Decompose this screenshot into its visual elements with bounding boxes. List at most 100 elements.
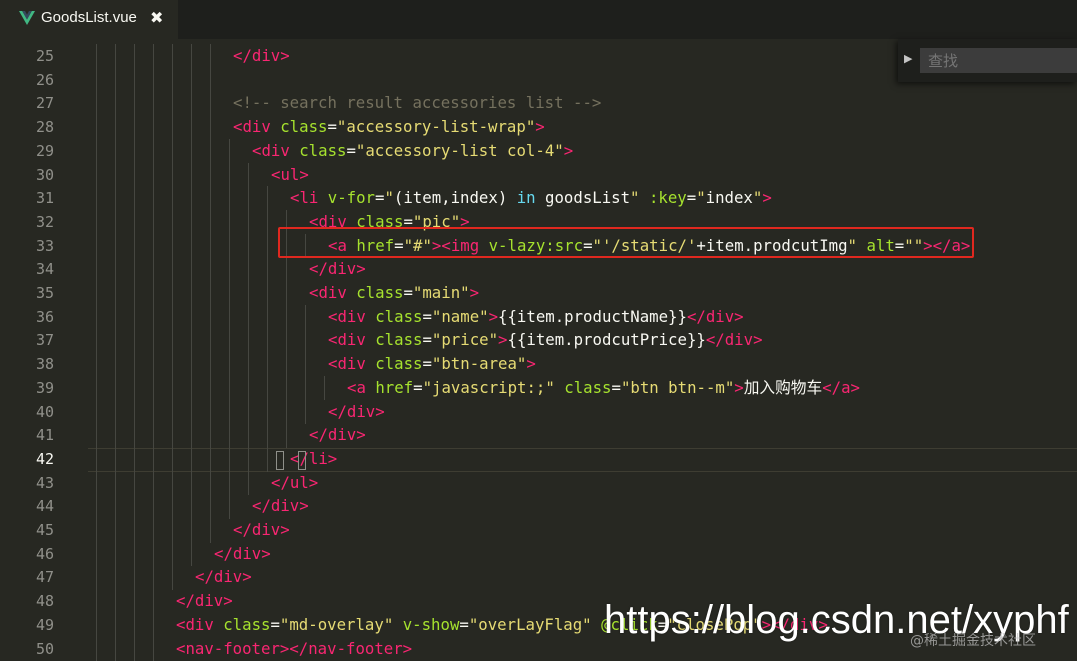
line-number: 36 [0,305,54,329]
indent-guide [115,163,116,188]
indent-guide [229,447,230,472]
indent-guide [248,423,249,448]
indent-guide [191,68,192,93]
code-line[interactable]: </div> [309,257,366,281]
code-line[interactable]: </div> [252,494,309,518]
tab-bar: GoodsList.vue ✖ [0,0,1077,39]
line-number: 33 [0,234,54,258]
indent-guide [115,447,116,472]
code-token: " [753,188,762,207]
indent-guide [210,44,211,69]
code-token: "price" [432,330,498,349]
indent-guide [267,328,268,353]
code-line[interactable]: </div> [176,589,233,613]
indent-guide [305,305,306,330]
line-number: 50 [0,637,54,661]
code-token: " [384,188,393,207]
indent-guide [134,494,135,519]
indent-guide [134,210,135,235]
indent-guide [134,471,135,496]
code-line[interactable]: <div class="price">{{item.prodcutPrice}}… [328,328,763,352]
indent-guide [153,376,154,401]
line-number: 44 [0,494,54,518]
indent-guide [210,400,211,425]
indent-guide [134,186,135,211]
code-line[interactable]: </div> [214,542,271,566]
code-line[interactable]: </div> [328,400,385,424]
indent-guide [115,471,116,496]
indent-guide [96,186,97,211]
indent-guide [96,234,97,259]
code-token: > [489,307,498,326]
code-line[interactable]: <div class="btn-area"> [328,352,536,376]
code-line[interactable]: <div class="main"> [309,281,479,305]
indent-guide [267,257,268,282]
code-line[interactable]: <a href="javascript:;" class="btn btn--m… [347,376,860,400]
indent-guide [134,423,135,448]
indent-guide [96,139,97,164]
code-line[interactable]: </ul> [271,471,318,495]
indent-guide [210,281,211,306]
code-line[interactable]: </div> [233,518,290,542]
indent-guide [210,257,211,282]
code-token: <!-- search result accessories list --> [233,93,601,112]
indent-guide [210,115,211,140]
code-token: </div> [309,425,366,444]
code-token: "name" [432,307,489,326]
indent-guide [153,91,154,116]
code-token: "javascript:;" [423,378,555,397]
code-token: "accessory-list col-4" [356,141,564,160]
code-line[interactable]: </div> [309,423,366,447]
line-number: 46 [0,542,54,566]
tab-goodslist-vue[interactable]: GoodsList.vue ✖ [0,0,178,39]
indent-guide [229,281,230,306]
find-input[interactable] [920,48,1077,73]
indent-guide [96,257,97,282]
code-token: " [696,188,705,207]
indent-guide [248,352,249,377]
close-icon[interactable]: ✖ [150,8,163,27]
code-line[interactable]: </div> [195,565,252,589]
code-line[interactable]: </div> [233,44,290,68]
indent-guide [134,305,135,330]
indent-guide [153,494,154,519]
line-number: 40 [0,400,54,424]
code-line[interactable]: <li v-for="(item,index) in goodsList" :k… [290,186,772,210]
indent-guide [96,542,97,567]
line-number: 38 [0,352,54,376]
watermark-caption: @稀土掘金技术社区 [910,630,1036,650]
code-line[interactable]: <nav-footer></nav-footer> [176,637,412,661]
indent-guide [134,163,135,188]
code-line[interactable]: <div class="accessory-list col-4"> [252,139,573,163]
code-line[interactable]: <div class="accessory-list-wrap"> [233,115,545,139]
code-token: </div> [233,520,290,539]
indent-guide [191,91,192,116]
indent-guide [172,281,173,306]
indent-guide [96,637,97,661]
code-token: v-for [328,188,375,207]
code-token [640,188,649,207]
code-line[interactable]: <div class="name">{{item.productName}}</… [328,305,744,329]
code-line[interactable]: <ul> [271,163,309,187]
expand-replace-icon[interactable]: ▶ [904,52,912,65]
find-panel: ▶ [898,39,1077,82]
indent-guide [153,423,154,448]
indent-guide [96,471,97,496]
indent-guide [115,328,116,353]
code-token: "md-overlay" [280,615,393,634]
code-line[interactable]: <!-- search result accessories list --> [233,91,601,115]
code-token: {{item.productName}} [498,307,687,326]
indent-guide [153,163,154,188]
current-line-indicator [88,448,1077,472]
code-token: index [706,188,753,207]
code-editor[interactable]: </div> <!-- search result accessories lis… [88,39,1077,655]
indent-guide [115,376,116,401]
indent-guide [248,281,249,306]
indent-guide [134,613,135,638]
code-token: href [375,378,413,397]
indent-guide [115,305,116,330]
indent-guide [153,139,154,164]
indent-guide [153,565,154,590]
indent-guide [115,494,116,519]
indent-guide [210,423,211,448]
